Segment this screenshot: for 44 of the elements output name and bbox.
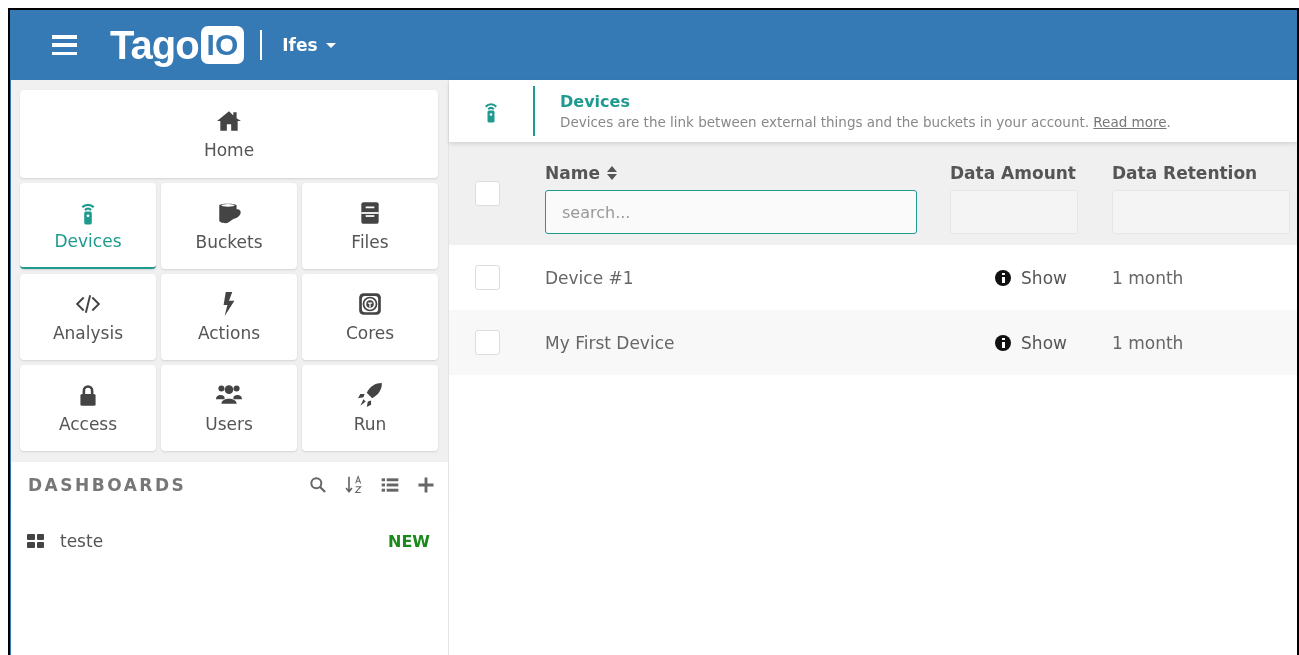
nav-tile[interactable]: Devices <box>20 183 156 269</box>
table-cell-text: Device #1 <box>545 267 635 288</box>
nav-tile[interactable]: Home <box>20 90 438 178</box>
read-more-link[interactable]: Read more <box>1093 114 1167 130</box>
menu-icon[interactable] <box>52 35 77 55</box>
page-title: Devices <box>560 92 631 111</box>
sort-icon[interactable] <box>344 475 364 495</box>
column-header[interactable]: Data Amount <box>950 163 1076 183</box>
show-button[interactable]: Show <box>995 332 1067 353</box>
nav-tile[interactable]: Cores <box>302 274 438 360</box>
nav-tile[interactable]: Run <box>302 365 438 451</box>
caret-icon <box>325 42 336 48</box>
filter-field[interactable]: search... <box>545 190 917 234</box>
rocket-icon <box>357 382 383 408</box>
info-icon <box>995 334 1012 351</box>
section-title: DASHBOARDS <box>28 475 187 495</box>
new-label: NEW <box>388 531 430 551</box>
nav-tile[interactable]: Access <box>20 365 156 451</box>
nav-tile[interactable]: Analysis <box>20 274 156 360</box>
nav-tile[interactable]: Buckets <box>161 183 297 269</box>
column-header[interactable]: Data Retention <box>1112 163 1258 183</box>
nav-tile[interactable]: Actions <box>161 274 297 360</box>
checkbox[interactable] <box>475 181 500 206</box>
organization-dropdown[interactable]: Ifes <box>282 35 336 55</box>
checkbox[interactable] <box>475 265 500 290</box>
search-icon[interactable] <box>308 475 328 495</box>
sort-icon[interactable] <box>606 166 617 180</box>
nav-tile[interactable]: Users <box>161 365 297 451</box>
logo-badge: IO <box>200 26 245 64</box>
info-icon <box>995 269 1012 286</box>
show-button[interactable]: Show <box>995 267 1067 288</box>
table-cell: 1 month <box>1112 332 1184 353</box>
add-icon[interactable] <box>416 475 436 495</box>
core-icon <box>357 291 383 317</box>
logo-text: Tago <box>110 22 199 68</box>
column-header[interactable]: Name <box>545 163 600 183</box>
table-cell-text: My First Device <box>545 332 676 353</box>
list-icon[interactable] <box>380 475 400 495</box>
table-cell: 1 month <box>1112 267 1184 288</box>
dashboard-link[interactable]: teste <box>60 531 389 551</box>
dashboard-icon <box>27 534 44 548</box>
checkbox[interactable] <box>475 330 500 355</box>
page-description: Devices are the link between external things and the buckets in your account. Read more. <box>560 114 1171 130</box>
nav-tile[interactable]: Files <box>302 183 438 269</box>
